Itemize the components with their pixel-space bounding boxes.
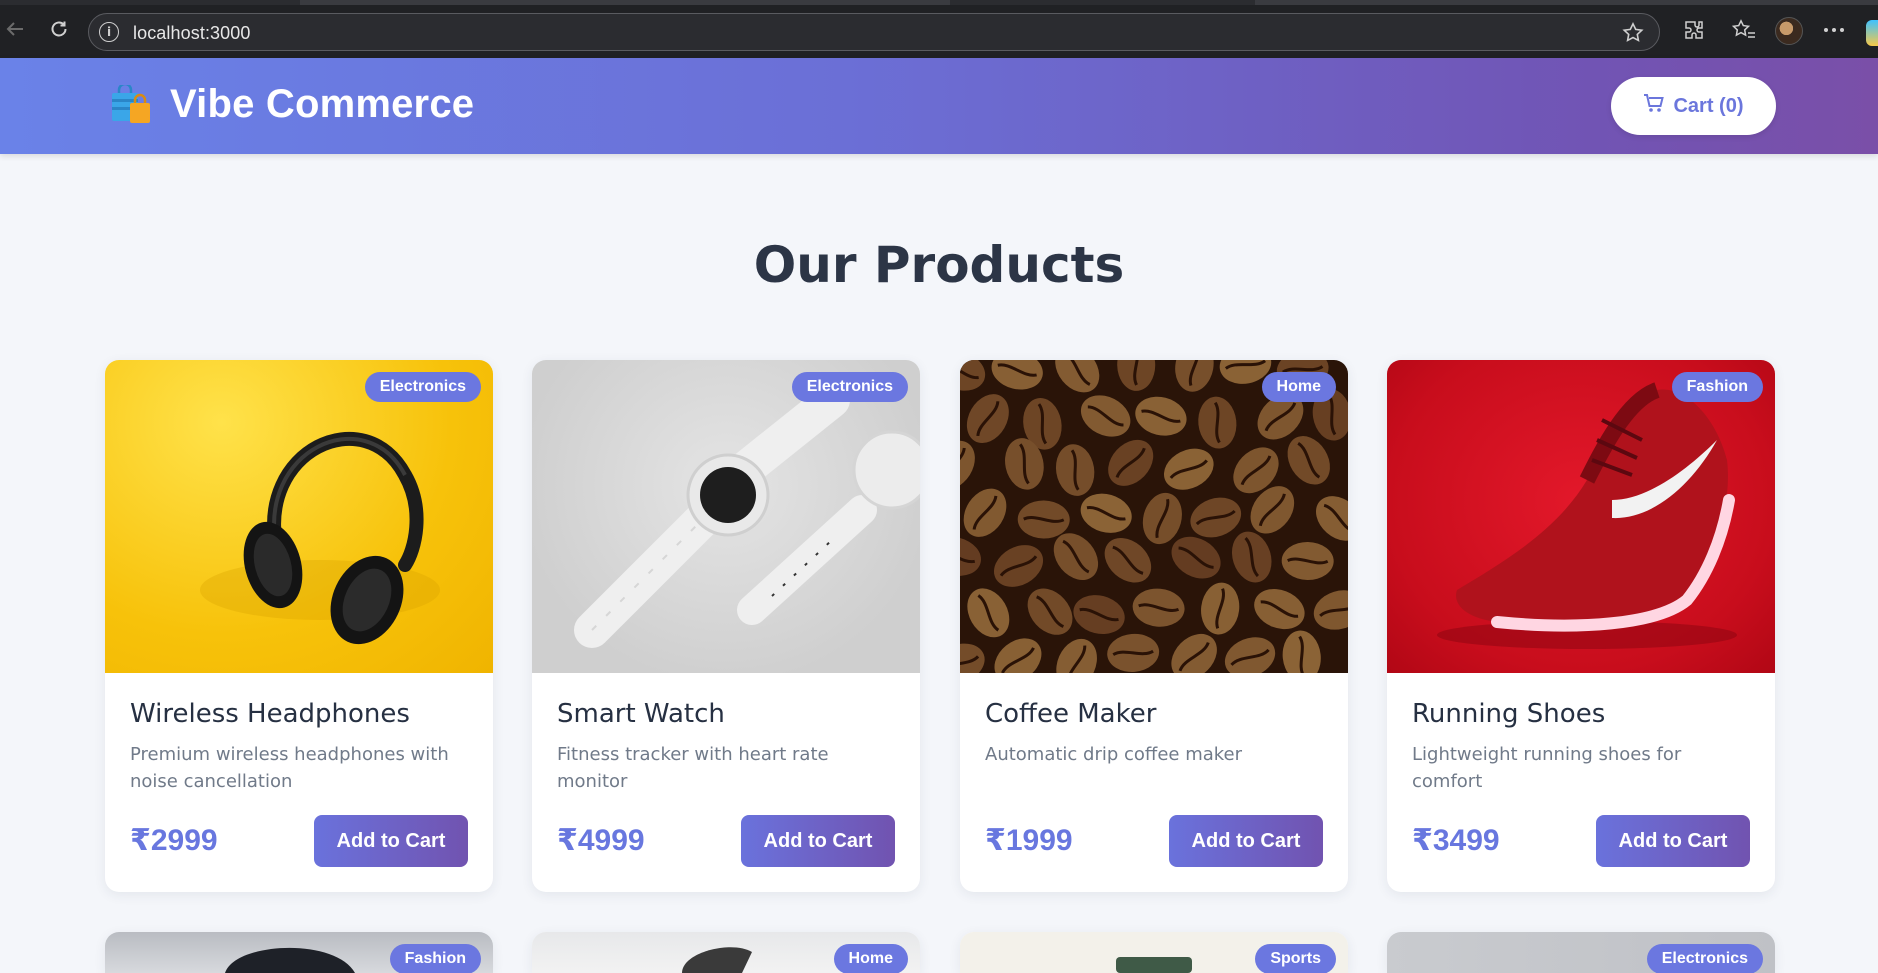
- product-name: Running Shoes: [1412, 699, 1606, 729]
- product-image[interactable]: Electronics: [1387, 932, 1775, 973]
- browser-tab[interactable]: [1255, 0, 1878, 5]
- add-to-cart-button[interactable]: Add to Cart: [1169, 815, 1323, 867]
- category-badge: Fashion: [389, 944, 481, 973]
- headphones-illustration: [200, 431, 440, 645]
- product-name: Smart Watch: [557, 699, 725, 729]
- browser-toolbar: i localhost:3000: [0, 0, 1878, 58]
- add-to-cart-button[interactable]: Add to Cart: [1596, 815, 1750, 867]
- extensions-icon[interactable]: [1680, 16, 1708, 44]
- app-header: Vibe Commerce Cart (0): [0, 58, 1878, 154]
- product-image[interactable]: Electronics: [105, 360, 493, 673]
- product-image[interactable]: Electronics: [532, 360, 920, 673]
- product-name: Wireless Headphones: [130, 699, 410, 729]
- product-description: Lightweight running shoes for comfort: [1412, 744, 1682, 792]
- product-description: Automatic drip coffee maker: [985, 744, 1243, 765]
- smartwatch-illustration: [574, 382, 920, 648]
- product-card: Electronics: [1387, 932, 1775, 973]
- category-badge: Home: [1261, 372, 1336, 402]
- running-shoe-illustration: [1437, 382, 1737, 649]
- product-price: ₹4999: [557, 824, 645, 857]
- product-description: Premium wireless headphones with noise c…: [130, 744, 449, 792]
- category-badge: Home: [833, 944, 908, 973]
- category-badge: Fashion: [1671, 372, 1763, 402]
- category-badge: Electronics: [1646, 944, 1763, 973]
- product-card: Fashion Running Shoes Lightweight runnin…: [1387, 360, 1775, 892]
- profile-avatar[interactable]: [1775, 17, 1803, 45]
- product-price: ₹3499: [1412, 824, 1500, 857]
- shopping-bags-icon: [110, 82, 152, 125]
- product-image[interactable]: Sports: [960, 932, 1348, 973]
- product-card: Home: [532, 932, 920, 973]
- cart-label: Cart (0): [1673, 94, 1744, 117]
- product-description: Fitness tracker with heart rate monitor: [557, 744, 829, 792]
- product-card: Electronics Smart Watch Fitness tracker …: [532, 360, 920, 892]
- category-badge: Sports: [1255, 944, 1336, 973]
- cart-icon: [1643, 93, 1665, 119]
- product-card: Electronics Wireless Headphones Premium …: [105, 360, 493, 892]
- product-card: Sports: [960, 932, 1348, 973]
- product-image[interactable]: Home: [960, 360, 1348, 673]
- page-title: Our Products: [753, 236, 1125, 294]
- brand[interactable]: Vibe Commerce: [110, 82, 474, 127]
- product-image[interactable]: Fashion: [105, 932, 493, 973]
- product-name: Coffee Maker: [985, 699, 1157, 729]
- add-to-cart-button[interactable]: Add to Cart: [741, 815, 895, 867]
- back-icon[interactable]: [0, 14, 30, 44]
- coffee-beans-illustration: [960, 360, 1348, 673]
- site-info-icon[interactable]: i: [99, 22, 119, 42]
- browser-tab[interactable]: [300, 0, 950, 5]
- address-bar[interactable]: i localhost:3000: [88, 13, 1660, 51]
- favorites-icon[interactable]: [1730, 16, 1758, 44]
- reload-icon[interactable]: [44, 14, 74, 44]
- cart-button[interactable]: Cart (0): [1611, 77, 1776, 135]
- favorite-star-icon[interactable]: [1621, 21, 1645, 50]
- product-price: ₹2999: [130, 824, 218, 857]
- product-card: Fashion: [105, 932, 493, 973]
- product-image[interactable]: Fashion: [1387, 360, 1775, 673]
- brand-title: Vibe Commerce: [170, 82, 475, 126]
- product-price: ₹1999: [985, 824, 1073, 857]
- category-badge: Electronics: [364, 372, 481, 402]
- copilot-icon[interactable]: [1866, 20, 1878, 46]
- more-options-icon[interactable]: [1820, 16, 1848, 44]
- url-text: localhost:3000: [133, 23, 251, 43]
- product-image[interactable]: Home: [532, 932, 920, 973]
- browser-tab-strip: [0, 0, 1878, 5]
- product-card: Home Coffee Maker Automatic drip coffee …: [960, 360, 1348, 892]
- category-badge: Electronics: [791, 372, 908, 402]
- add-to-cart-button[interactable]: Add to Cart: [314, 815, 468, 867]
